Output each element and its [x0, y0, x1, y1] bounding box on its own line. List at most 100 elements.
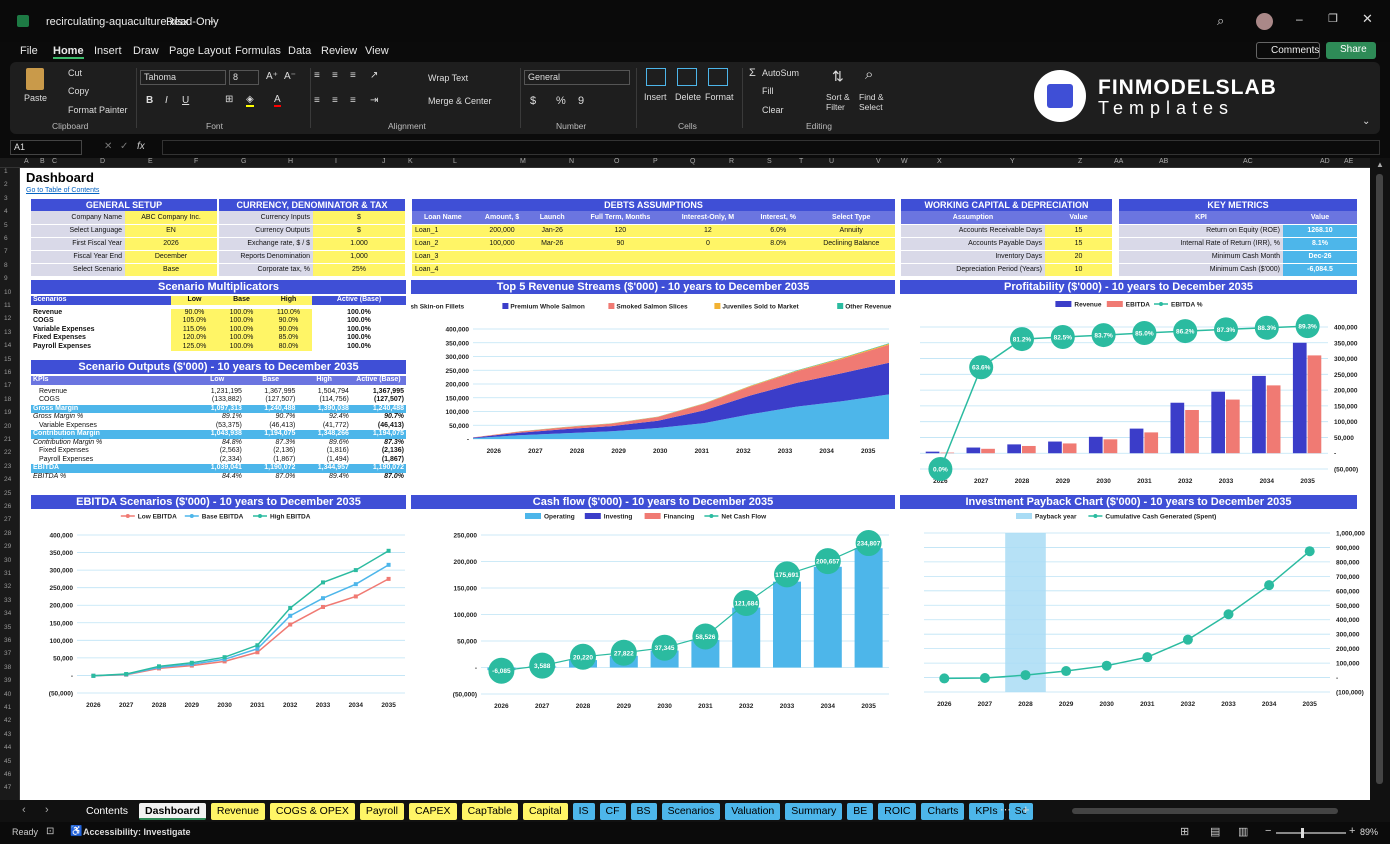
zoom-slider[interactable]: [1276, 832, 1346, 834]
value-cell[interactable]: $: [313, 224, 405, 238]
tab-scenarios[interactable]: Scenarios: [661, 803, 721, 820]
label-cell[interactable]: Variable Expenses: [31, 326, 171, 335]
column-header[interactable]: AA: [1114, 158, 1123, 165]
menu-data[interactable]: Data: [288, 45, 311, 57]
label-cell[interactable]: COGS: [31, 317, 171, 326]
horizontal-scrollbar[interactable]: [1072, 808, 1338, 814]
label-cell[interactable]: Select Scenario: [31, 263, 125, 277]
row-header[interactable]: 11: [4, 302, 11, 309]
value-cell[interactable]: 8.1%: [1283, 237, 1357, 251]
formula-input[interactable]: [162, 140, 1380, 155]
column-header[interactable]: P: [653, 158, 658, 165]
row-header[interactable]: 35: [4, 624, 11, 631]
value-cell[interactable]: 8.0%: [749, 237, 808, 251]
underline-icon[interactable]: U: [182, 95, 189, 106]
value-cell[interactable]: 90.7%: [351, 413, 406, 422]
value-cell[interactable]: 1,039,041: [190, 464, 244, 473]
value-cell[interactable]: [807, 250, 895, 264]
column-header[interactable]: A: [24, 158, 29, 165]
accessibility-icon[interactable]: ♿: [70, 826, 82, 837]
label-cell[interactable]: Variable Expenses: [31, 422, 190, 431]
row-header[interactable]: 19: [4, 409, 11, 416]
value-cell[interactable]: 90.0%: [265, 317, 312, 326]
value-cell[interactable]: 1,194,075: [243, 430, 298, 439]
font-size-select[interactable]: 8: [229, 70, 259, 85]
page-layout-icon[interactable]: ▤: [1210, 825, 1220, 838]
tab-cogs-opex[interactable]: COGS & OPEX: [269, 803, 355, 820]
borders-icon[interactable]: ⊞: [225, 94, 233, 105]
value-cell[interactable]: 12: [666, 224, 750, 238]
column-header[interactable]: Q: [690, 158, 695, 165]
value-cell[interactable]: Dec-26: [1283, 250, 1357, 264]
find-select-button[interactable]: Find & Select: [859, 92, 889, 112]
column-header[interactable]: W: [901, 158, 908, 165]
enter-icon[interactable]: ✓: [120, 141, 128, 152]
merge-center-button[interactable]: Merge & Center: [428, 96, 492, 106]
comma-icon[interactable]: 9: [578, 95, 584, 107]
menu-file[interactable]: File: [20, 45, 38, 57]
format-cells-icon[interactable]: [708, 68, 728, 86]
value-cell[interactable]: Declining Balance: [807, 237, 895, 251]
column-header-cell[interactable]: Value: [1045, 211, 1112, 225]
column-header[interactable]: J: [382, 158, 386, 165]
scroll-up-icon[interactable]: ▲: [1376, 160, 1384, 169]
value-cell[interactable]: (2,563): [190, 447, 244, 456]
column-header[interactable]: G: [241, 158, 246, 165]
column-header[interactable]: C: [52, 158, 57, 165]
accessibility-status[interactable]: Accessibility: Investigate: [83, 827, 191, 837]
row-header[interactable]: 34: [4, 610, 11, 617]
row-header[interactable]: 28: [4, 530, 11, 537]
row-header[interactable]: 25: [4, 490, 11, 497]
row-header[interactable]: 31: [4, 570, 11, 577]
menu-page-layout[interactable]: Page Layout: [169, 45, 231, 57]
align-bottom-icon[interactable]: ≡: [350, 70, 356, 81]
label-cell[interactable]: Revenue: [31, 388, 190, 397]
column-header[interactable]: B: [40, 158, 45, 165]
value-cell[interactable]: [749, 263, 808, 277]
row-header[interactable]: 26: [4, 503, 11, 510]
value-cell[interactable]: December: [125, 250, 217, 264]
value-cell[interactable]: 2026: [125, 237, 217, 251]
insert-cells-icon[interactable]: [646, 68, 666, 86]
label-cell[interactable]: Select Language: [31, 224, 125, 238]
value-cell[interactable]: ABC Company Inc.: [125, 211, 217, 225]
value-cell[interactable]: EN: [125, 224, 217, 238]
value-cell[interactable]: 100.0%: [218, 342, 265, 351]
value-cell[interactable]: 1,390,038: [297, 404, 351, 413]
row-header[interactable]: 16: [4, 369, 11, 376]
value-cell[interactable]: 105.0%: [171, 317, 218, 326]
value-cell[interactable]: Annuity: [807, 224, 895, 238]
value-cell[interactable]: (41,772): [297, 422, 351, 431]
column-header[interactable]: E: [148, 158, 153, 165]
indent-icon[interactable]: ⇥: [370, 95, 378, 106]
copy-button[interactable]: Copy: [68, 86, 89, 96]
page-break-icon[interactable]: ▥: [1238, 825, 1248, 838]
value-cell[interactable]: 1,344,957: [297, 464, 351, 473]
close-icon[interactable]: ✕: [1362, 11, 1373, 27]
label-cell[interactable]: Company Name: [31, 211, 125, 225]
scenario-col-header[interactable]: Base: [218, 296, 265, 305]
value-cell[interactable]: (1,816): [297, 447, 351, 456]
row-header[interactable]: 4: [4, 208, 8, 215]
row-header[interactable]: 30: [4, 557, 11, 564]
number-format-select[interactable]: General: [524, 70, 630, 85]
value-cell[interactable]: Base: [125, 263, 217, 277]
value-cell[interactable]: 90.7%: [244, 413, 298, 422]
menu-draw[interactable]: Draw: [133, 45, 159, 57]
value-cell[interactable]: $: [313, 211, 405, 225]
value-cell[interactable]: 10: [1045, 263, 1112, 277]
value-cell[interactable]: 1,231,195: [190, 388, 244, 397]
value-cell[interactable]: 100.0%: [218, 317, 265, 326]
tab-cf[interactable]: CF: [599, 803, 626, 820]
row-header[interactable]: 9: [4, 275, 8, 282]
value-cell[interactable]: 100.0%: [218, 334, 265, 343]
value-cell[interactable]: [807, 263, 895, 277]
value-cell[interactable]: 87.0%: [351, 473, 406, 482]
value-cell[interactable]: (53,375): [190, 422, 244, 431]
row-header[interactable]: 44: [4, 744, 11, 751]
label-cell[interactable]: Gross Margin %: [31, 413, 190, 422]
value-cell[interactable]: 85.0%: [265, 334, 312, 343]
column-header[interactable]: V: [876, 158, 881, 165]
column-header[interactable]: I: [335, 158, 337, 165]
align-top-icon[interactable]: ≡: [314, 70, 320, 81]
